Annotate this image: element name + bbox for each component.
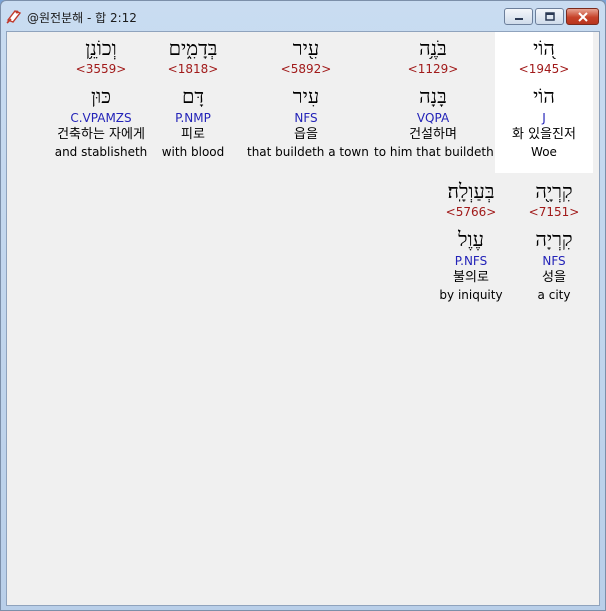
window-title: @원전분해 - 합 2:12 — [27, 11, 137, 25]
english-gloss: by iniquity — [439, 288, 503, 302]
strong-number[interactable]: <5892> — [247, 62, 365, 76]
title-bar[interactable]: @원전분해 - 합 2:12 — [1, 1, 605, 31]
english-gloss: Woe — [531, 145, 557, 159]
korean-gloss: 성을 — [542, 270, 566, 285]
korean-gloss: 읍을 — [294, 127, 318, 142]
word-cell[interactable]: בֹּנֶ֥ה <1129> בָּנָה VQPA 건설하며 to him t… — [374, 32, 494, 173]
strong-number[interactable]: <1129> — [374, 62, 492, 76]
word-cell[interactable]: קִרְיָ֖ה <7151> קִרְיָה NFS 성을 a city — [515, 175, 593, 316]
lemma: בָּנָה — [419, 84, 447, 108]
app-logo-icon — [6, 8, 22, 24]
word-cell[interactable]: ה֭וֹי <1945> הוֹי J 화 있을진저 Woe — [495, 32, 593, 173]
close-icon — [577, 7, 589, 26]
word-cell[interactable]: וְכוֹנֵ֥ן <3559> כּוּן C.VPAMZS 건축하는 자에게… — [43, 32, 159, 173]
korean-gloss: 건설하며 — [409, 127, 457, 142]
close-button[interactable] — [566, 8, 599, 25]
morphology-code: VQPA — [416, 111, 450, 125]
english-gloss: a city — [537, 288, 571, 302]
korean-gloss: 불의로 — [453, 270, 489, 285]
minimize-button[interactable] — [504, 8, 533, 25]
hebrew-word: עִ֖יר — [292, 36, 320, 60]
maximize-icon — [544, 7, 556, 26]
korean-gloss: 화 있을진저 — [512, 127, 576, 142]
korean-gloss: 건축하는 자에게 — [57, 127, 145, 142]
lemma: קִרְיָה — [535, 227, 573, 251]
morphology-code: C.VPAMZS — [70, 111, 132, 125]
strong-number[interactable]: <7151> — [515, 205, 593, 219]
morphology-code: NFS — [542, 254, 566, 268]
word-analysis-panel: ה֭וֹי <1945> הוֹי J 화 있을진저 Woe בֹּנֶ֥ה <… — [6, 31, 600, 606]
lemma: עִיר — [292, 84, 320, 108]
morphology-code: P.NFS — [454, 254, 488, 268]
morphology-code: J — [542, 111, 546, 125]
maximize-button[interactable] — [535, 8, 564, 25]
morphology-code: NFS — [294, 111, 318, 125]
hebrew-word: בֹּנֶ֥ה — [419, 36, 447, 60]
minimize-icon — [513, 7, 525, 26]
strong-number[interactable]: <3559> — [43, 62, 159, 76]
app-window: @원전분해 - 합 2:12 ה֭וֹי <1945> הוֹי J 화 있을진… — [0, 0, 606, 611]
hebrew-word: וְכוֹנֵ֥ן — [85, 36, 117, 60]
lemma: עֶוֶל — [458, 227, 484, 251]
english-gloss: to him that buildeth — [374, 145, 494, 159]
strong-number[interactable]: <5766> — [431, 205, 511, 219]
hebrew-word: קִרְיָ֖ה — [535, 179, 573, 203]
strong-number[interactable]: <1945> — [495, 62, 593, 76]
lemma: הוֹי — [533, 84, 555, 108]
word-cell[interactable]: עִ֖יר <5892> עִיר NFS 읍을 that buildeth a… — [247, 32, 369, 173]
english-gloss: and stablisheth — [54, 145, 148, 159]
hebrew-word: בְּעַוְלָֽה׃ — [447, 179, 495, 203]
word-cell[interactable]: בְּעַוְלָֽה׃ <5766> עֶוֶל P.NFS 불의로 by i… — [431, 175, 511, 316]
lemma: כּוּן — [91, 84, 111, 108]
hebrew-word: ה֭וֹי — [533, 36, 555, 60]
english-gloss: that buildeth a town — [247, 145, 369, 159]
